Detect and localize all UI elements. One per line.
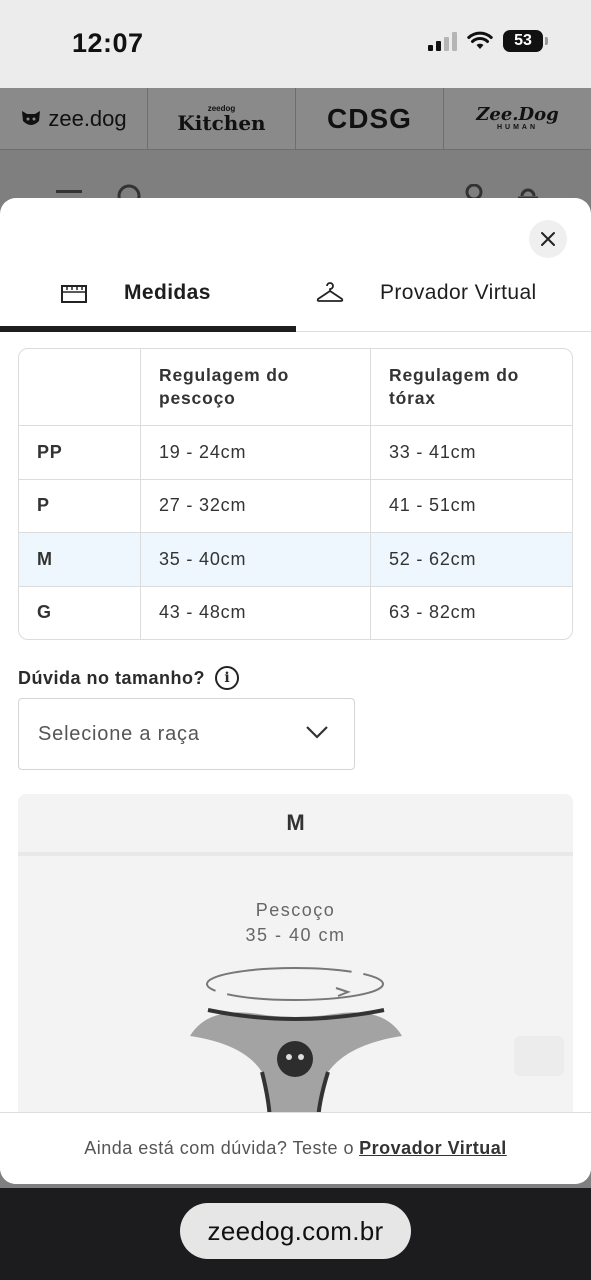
tab-medidas[interactable]: Medidas	[0, 260, 296, 332]
chest-cell: 33 - 41cm	[370, 426, 572, 479]
size-guide-modal: Medidas Provador Virtual Regulagem do pe…	[0, 198, 591, 1184]
bag-icon	[518, 188, 538, 200]
chest-cell: 63 - 82cm	[370, 586, 572, 639]
table-row-highlighted: M 35 - 40cm 52 - 62cm	[19, 532, 572, 586]
size-cell: PP	[37, 441, 63, 462]
size-doubt-label: Dúvida no tamanho?	[18, 667, 206, 688]
chest-cell: 52 - 62cm	[370, 533, 572, 586]
neck-cell: 43 - 48cm	[140, 586, 370, 639]
table-header-cell: Regulagem do pescoço	[140, 349, 370, 425]
divider	[18, 852, 573, 856]
cellular-signal-icon	[428, 31, 457, 51]
brand-human[interactable]: Zee.Dog HUMAN	[444, 88, 591, 149]
size-illustration: M Pescoço 35 - 40 cm	[18, 794, 573, 1124]
table-header-row: Regulagem do pescoço Regulagem do tórax	[19, 349, 572, 425]
battery-icon: 53	[503, 30, 548, 52]
brand-bar: zee.dog zeedog Kitchen CDSG Zee.Dog HUMA…	[0, 88, 591, 150]
breed-select-value: Selecione a raça	[38, 722, 200, 745]
measure-label: Pescoço	[255, 900, 336, 920]
neck-cell: 19 - 24cm	[140, 426, 370, 479]
brand-kitchen[interactable]: zeedog Kitchen	[148, 88, 296, 149]
status-icons: 53	[428, 30, 548, 52]
table-row: G 43 - 48cm 63 - 82cm	[19, 585, 572, 639]
brand-zeedog[interactable]: zee.dog	[0, 88, 148, 149]
brand-label: Zee.Dog	[476, 104, 559, 125]
neck-cell: 35 - 40cm	[140, 533, 370, 586]
wifi-icon	[467, 31, 493, 49]
tab-label: Medidas	[124, 281, 211, 304]
tab-bar: Medidas Provador Virtual	[0, 260, 591, 332]
dog-face-icon	[22, 110, 41, 125]
neck-cell: 27 - 32cm	[140, 479, 370, 532]
size-cell: M	[37, 548, 53, 569]
chest-cell: 41 - 51cm	[370, 479, 572, 532]
close-button[interactable]	[529, 220, 567, 258]
tab-label: Provador Virtual	[380, 281, 537, 304]
table-header-cell: Regulagem do tórax	[370, 349, 572, 425]
brand-label: Kitchen	[177, 110, 266, 135]
header-neck: Regulagem do pescoço	[159, 365, 290, 408]
harness-illustration	[190, 967, 564, 1124]
ruler-icon	[61, 285, 87, 303]
size-cell: G	[37, 602, 52, 623]
user-icon	[465, 184, 483, 201]
table-header-cell	[19, 349, 140, 425]
size-doubt: Dúvida no tamanho? i	[18, 666, 240, 690]
measure-value: 35 - 40 cm	[245, 925, 346, 945]
size-cell: P	[37, 495, 50, 516]
menu-icon	[56, 190, 82, 193]
close-icon	[541, 232, 555, 246]
table-row: P 27 - 32cm 41 - 51cm	[19, 478, 572, 532]
illustration-measure: Pescoço 35 - 40 cm	[18, 898, 573, 948]
brand-cdsg[interactable]: CDSG	[296, 88, 444, 149]
brand-label: CDSG	[327, 102, 412, 134]
hanger-icon	[316, 282, 344, 302]
tab-provador-virtual[interactable]: Provador Virtual	[296, 260, 591, 332]
footer-text: Ainda está com dúvida? Teste o	[84, 1138, 355, 1158]
modal-footer: Ainda está com dúvida? Teste o Provador …	[0, 1112, 591, 1184]
header-chest: Regulagem do tórax	[389, 365, 520, 408]
table-row: PP 19 - 24cm 33 - 41cm	[19, 425, 572, 479]
breed-select[interactable]: Selecione a raça	[18, 698, 355, 770]
size-table: Regulagem do pescoço Regulagem do tórax …	[18, 348, 573, 640]
brand-label: zee.dog	[48, 105, 127, 131]
browser-url-bar[interactable]: zeedog.com.br	[180, 1203, 411, 1259]
illustration-size: M	[286, 810, 305, 835]
virtual-fitting-link[interactable]: Provador Virtual	[359, 1138, 507, 1159]
status-bar: 12:07 53	[0, 0, 591, 88]
brand-sublabel: HUMAN	[496, 124, 539, 131]
chevron-down-icon	[306, 726, 328, 739]
status-time: 12:07	[72, 28, 144, 58]
info-icon[interactable]: i	[215, 666, 240, 690]
